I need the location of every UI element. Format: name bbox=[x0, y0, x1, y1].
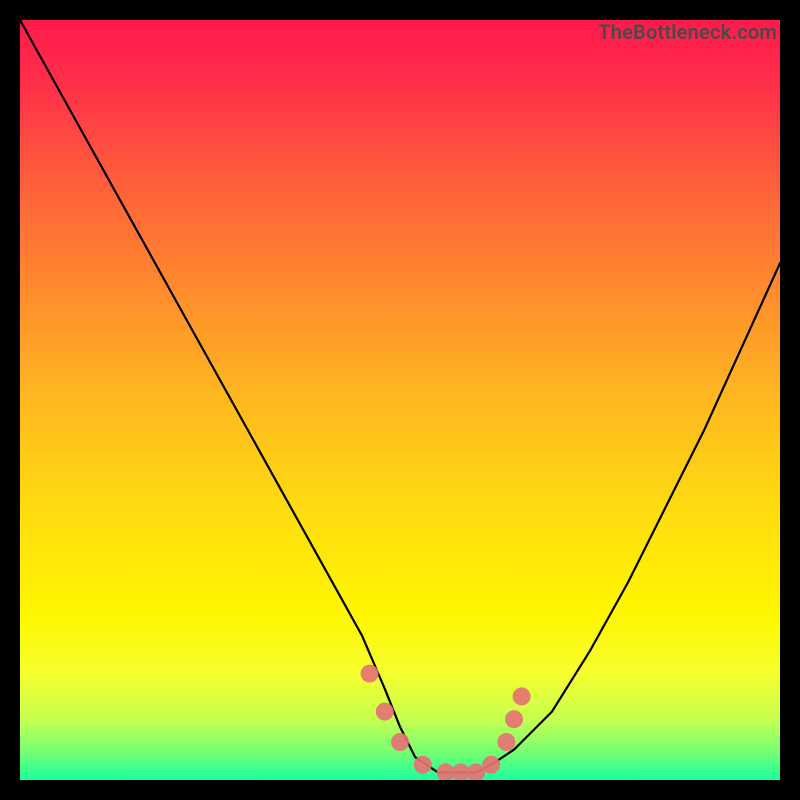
highlight-marker bbox=[505, 710, 523, 728]
highlight-marker bbox=[361, 665, 379, 683]
highlight-marker bbox=[497, 733, 515, 751]
chart-background bbox=[20, 20, 780, 780]
highlight-marker bbox=[376, 703, 394, 721]
chart-frame: TheBottleneck.com bbox=[20, 20, 780, 780]
highlight-marker bbox=[513, 687, 531, 705]
highlight-marker bbox=[482, 756, 500, 774]
highlight-marker bbox=[414, 756, 432, 774]
highlight-marker bbox=[391, 733, 409, 751]
chart-svg bbox=[20, 20, 780, 780]
